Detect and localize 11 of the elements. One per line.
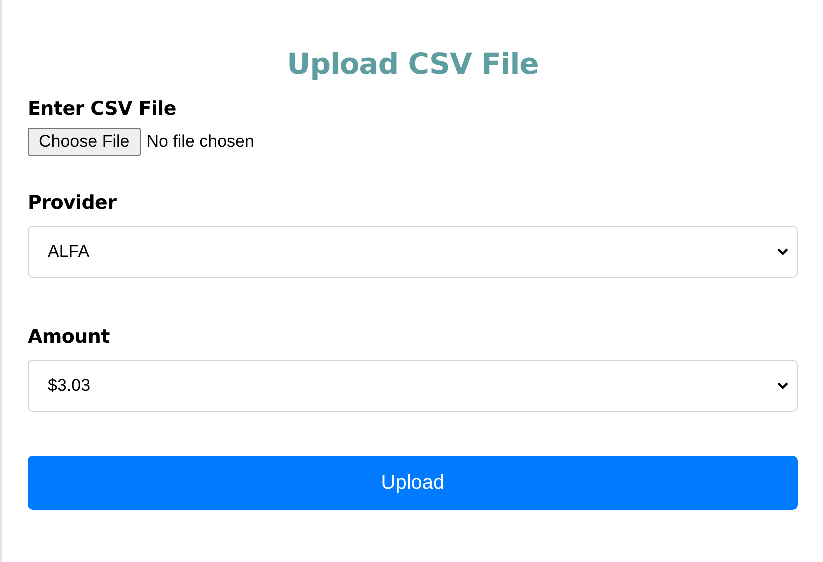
upload-button[interactable]: Upload	[28, 456, 798, 510]
page-title: Upload CSV File	[286, 46, 540, 83]
chevron-down-icon	[777, 382, 789, 390]
field-label: Amount	[28, 325, 111, 350]
chevron-down-icon	[777, 248, 789, 256]
choose-file-button[interactable]: Choose File	[28, 128, 141, 156]
field-label: Provider	[28, 191, 118, 216]
field-label: Enter CSV File	[28, 97, 178, 122]
select-field[interactable]: $3.03	[28, 360, 798, 412]
file-status: No file chosen	[146, 131, 254, 154]
select-field[interactable]: ALFA	[28, 226, 798, 278]
